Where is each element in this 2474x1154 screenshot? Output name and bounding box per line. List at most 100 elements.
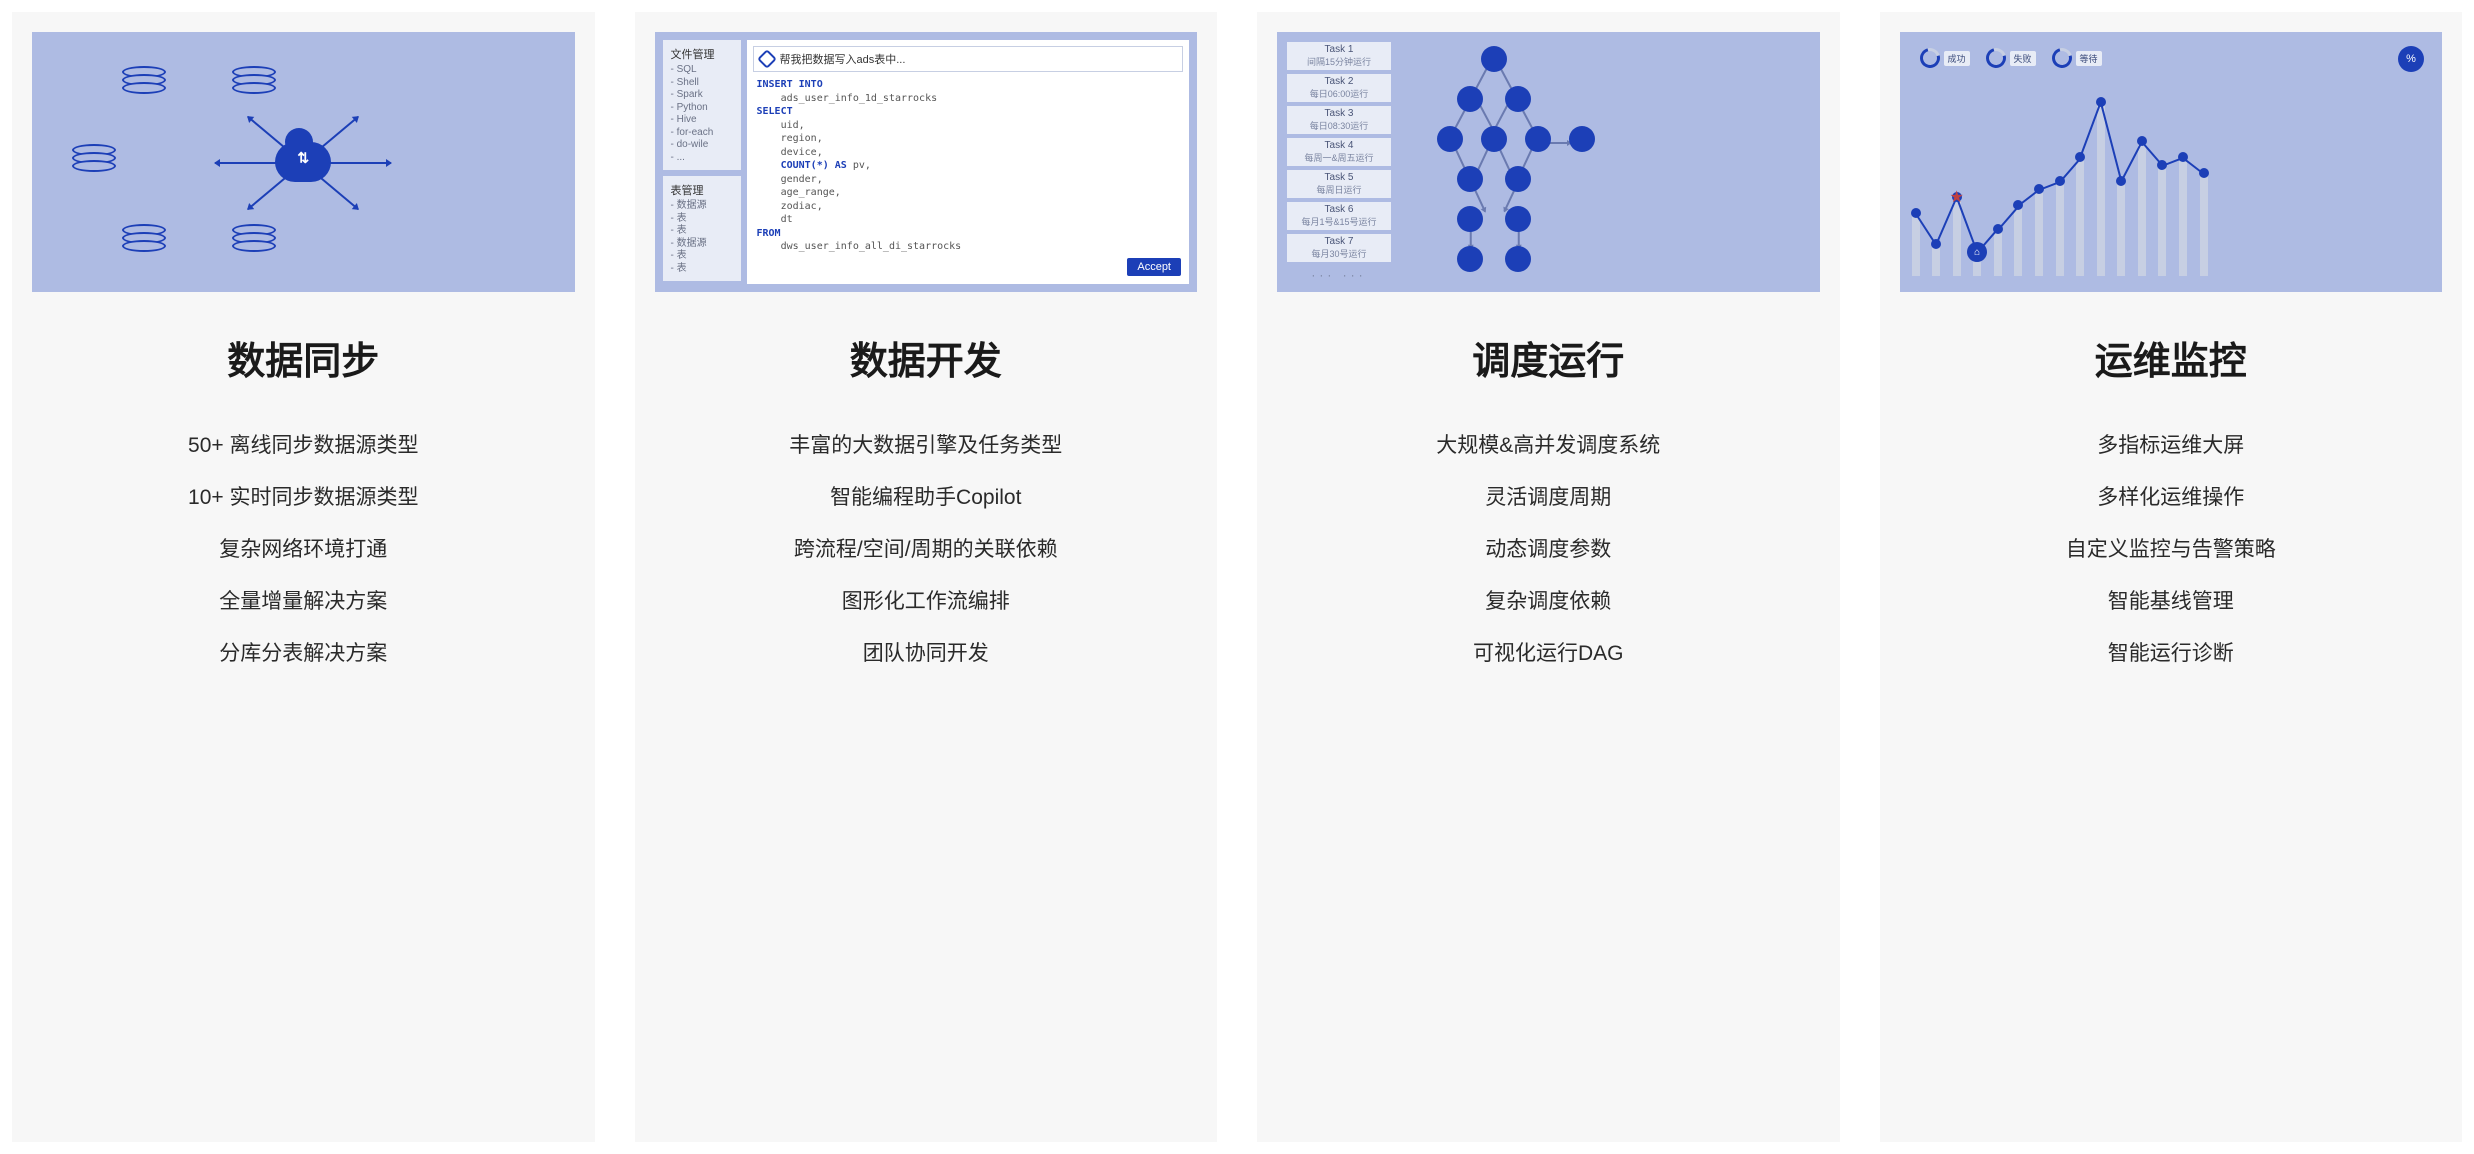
datasource-item: - 数据源 — [671, 238, 733, 251]
chart-bar — [1912, 213, 1920, 276]
card-data-sync: ⇅ 数据同步 50+ 离线同步数据源类型 10+ 实时同步数据源类型 复杂网络环… — [12, 12, 595, 1142]
illustration-monitoring: 成功 失败 等待 % ★⌂ — [1900, 32, 2443, 292]
chart-point — [2199, 168, 2209, 178]
feature-item: 全量增量解决方案 — [219, 585, 387, 615]
feature-item: 复杂调度依赖 — [1485, 585, 1611, 615]
table-item: - 表 — [671, 213, 733, 226]
baseline-marker-icon: ⌂ — [1967, 242, 1987, 262]
task-item: Task 3每日08:30运行 — [1287, 106, 1391, 134]
chart-bar — [2138, 141, 2146, 276]
task-item: Task 1间隔15分钟运行 — [1287, 42, 1391, 70]
chart-point — [2096, 97, 2106, 107]
dag-node — [1505, 206, 1531, 232]
feature-item: 自定义监控与告警策略 — [2066, 533, 2276, 563]
chart-bar — [1994, 229, 2002, 277]
status-badge-fail: 失败 — [1986, 48, 2036, 68]
card-monitoring: 成功 失败 等待 % ★⌂ 运维监控 多指标运维大屏 多样化运维操作 自定义监控… — [1880, 12, 2463, 1142]
copilot-prompt-text: 帮我把数据写入ads表中... — [780, 51, 906, 67]
dag-node — [1525, 126, 1551, 152]
database-icon — [122, 224, 166, 262]
chart-bar — [2158, 165, 2166, 276]
file-type-item: - do-wile — [671, 139, 733, 152]
card-title: 调度运行 — [1257, 330, 1840, 385]
dag-node — [1505, 246, 1531, 272]
feature-list: 50+ 离线同步数据源类型 10+ 实时同步数据源类型 复杂网络环境打通 全量增… — [12, 429, 595, 723]
feature-item: 动态调度参数 — [1485, 533, 1611, 563]
chart-bar — [2076, 157, 2084, 276]
feature-list: 多指标运维大屏 多样化运维操作 自定义监控与告警策略 智能基线管理 智能运行诊断 — [1880, 429, 2463, 723]
feature-item: 分库分表解决方案 — [219, 637, 387, 667]
chart-point — [2157, 160, 2167, 170]
table-item: - 表 — [671, 263, 733, 276]
file-type-item: - Shell — [671, 77, 733, 90]
dag-node — [1457, 246, 1483, 272]
accept-button[interactable]: Accept — [1127, 258, 1181, 276]
task-more: ··· ··· — [1287, 268, 1391, 282]
copilot-icon — [757, 49, 777, 69]
chart-bar — [2056, 181, 2064, 276]
file-manager-panel: 文件管理 - SQL - Shell - Spark - Python - Hi… — [663, 40, 741, 170]
feature-item: 灵活调度周期 — [1485, 481, 1611, 511]
feature-item: 智能基线管理 — [2108, 585, 2234, 615]
file-type-item: - Hive — [671, 114, 733, 127]
chart-bar — [2035, 189, 2043, 276]
task-list: Task 1间隔15分钟运行 Task 2每日06:00运行 Task 3每日0… — [1287, 42, 1391, 282]
dag-node — [1457, 166, 1483, 192]
database-icon — [232, 224, 276, 262]
card-title: 数据同步 — [12, 330, 595, 385]
feature-item: 大规模&高并发调度系统 — [1436, 429, 1660, 459]
dag-node — [1457, 206, 1483, 232]
feature-list: 大规模&高并发调度系统 灵活调度周期 动态调度参数 复杂调度依赖 可视化运行DA… — [1257, 429, 1840, 723]
feature-item: 50+ 离线同步数据源类型 — [188, 429, 418, 459]
chart-point — [2116, 176, 2126, 186]
feature-item: 图形化工作流编排 — [842, 585, 1010, 615]
feature-item: 10+ 实时同步数据源类型 — [188, 481, 418, 511]
feature-item: 跨流程/空间/周期的关联依赖 — [794, 533, 1058, 563]
feature-item: 智能编程助手Copilot — [830, 481, 1021, 511]
status-badge-wait: 等待 — [2052, 48, 2102, 68]
feature-item: 多样化运维操作 — [2097, 481, 2244, 511]
chart-bar — [2179, 157, 2187, 276]
file-type-item: - SQL — [671, 64, 733, 77]
feature-item: 团队协同开发 — [863, 637, 989, 667]
table-item: - 表 — [671, 225, 733, 238]
chart-bar — [2200, 173, 2208, 276]
task-item: Task 2每日06:00运行 — [1287, 74, 1391, 102]
database-icon — [72, 144, 116, 182]
card-title: 数据开发 — [635, 330, 1218, 385]
illustration-scheduling: Task 1间隔15分钟运行 Task 2每日06:00运行 Task 3每日0… — [1277, 32, 1820, 292]
task-item: Task 6每月1号&15号运行 — [1287, 202, 1391, 230]
chart-point — [2178, 152, 2188, 162]
status-badges: 成功 失败 等待 — [1920, 48, 2102, 68]
chart-point — [2034, 184, 2044, 194]
chart-bar — [2117, 181, 2125, 276]
task-item: Task 5每周日运行 — [1287, 170, 1391, 198]
dag-node — [1457, 86, 1483, 112]
chart-point — [1993, 224, 2003, 234]
chart-point — [1931, 239, 1941, 249]
panel-title: 表管理 — [671, 182, 733, 198]
copilot-prompt-input[interactable]: 帮我把数据写入ads表中... — [753, 46, 1184, 72]
feature-card-grid: ⇅ 数据同步 50+ 离线同步数据源类型 10+ 实时同步数据源类型 复杂网络环… — [12, 12, 2462, 1142]
feature-item: 智能运行诊断 — [2108, 637, 2234, 667]
chart-point — [2013, 200, 2023, 210]
dag-node — [1437, 126, 1463, 152]
chart-bar — [2097, 102, 2105, 276]
illustration-data-sync: ⇅ — [32, 32, 575, 292]
alert-star-icon: ★ — [1949, 187, 1963, 207]
dag-node — [1569, 126, 1595, 152]
dag-node — [1505, 86, 1531, 112]
monitoring-chart: ★⌂ — [1910, 86, 2210, 276]
card-title: 运维监控 — [1880, 330, 2463, 385]
table-manager-panel: 表管理 - 数据源 - 表 - 表 - 数据源 - 表 - 表 — [663, 176, 741, 281]
database-icon — [232, 66, 276, 104]
table-item: - 表 — [671, 250, 733, 263]
file-type-item: - ... — [671, 152, 733, 165]
chart-point — [2055, 176, 2065, 186]
feature-item: 丰富的大数据引擎及任务类型 — [789, 429, 1062, 459]
card-data-dev: 文件管理 - SQL - Shell - Spark - Python - Hi… — [635, 12, 1218, 1142]
task-item: Task 7每月30号运行 — [1287, 234, 1391, 262]
feature-item: 多指标运维大屏 — [2097, 429, 2244, 459]
chart-point — [2075, 152, 2085, 162]
dag-node — [1505, 166, 1531, 192]
